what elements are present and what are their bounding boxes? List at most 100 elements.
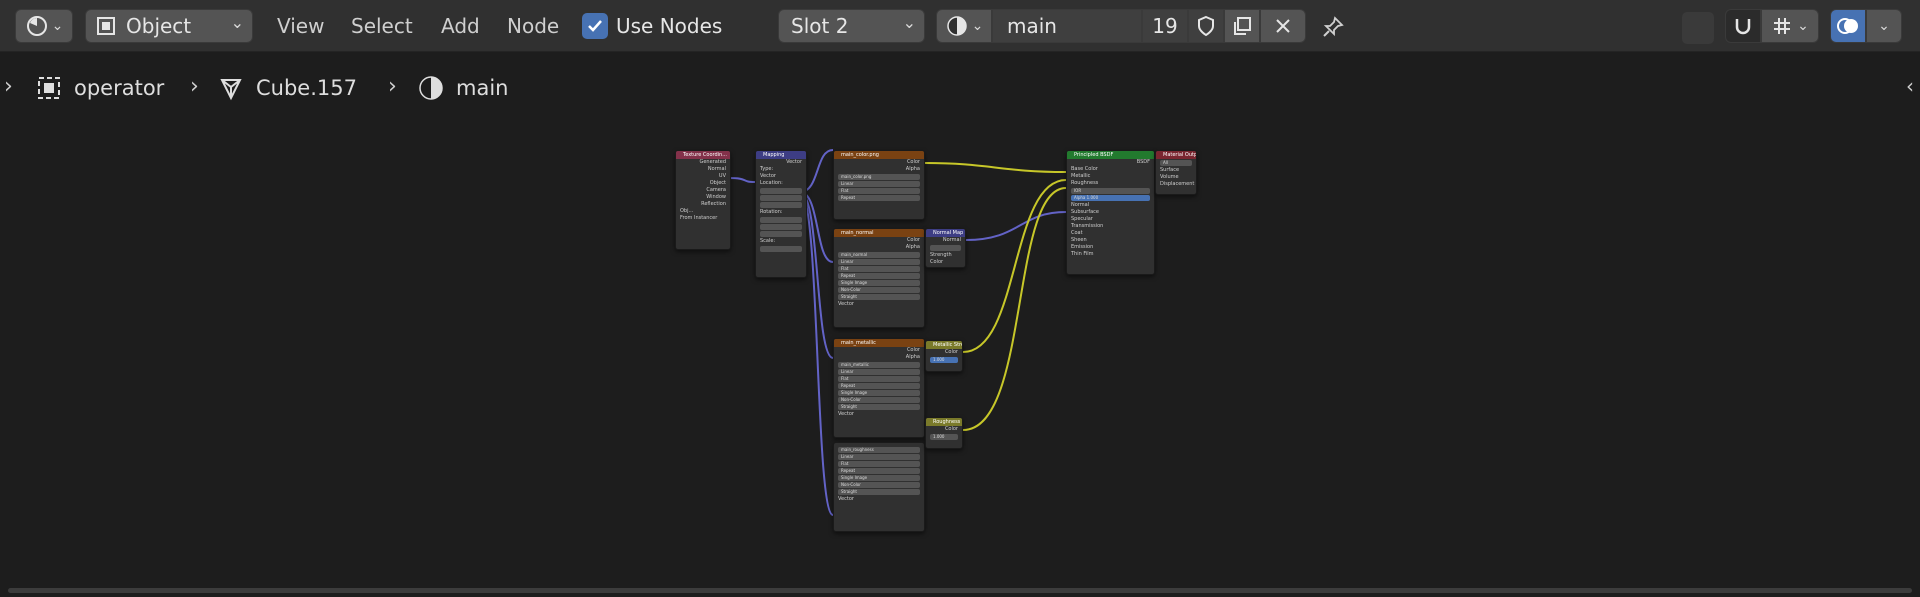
alpha-dropdown[interactable]: Straight	[838, 489, 920, 495]
unlink-material-button[interactable]	[1260, 9, 1306, 43]
rotation-y-field[interactable]	[760, 224, 802, 230]
panel-specular[interactable]: Specular	[1067, 216, 1154, 223]
pin-button[interactable]	[1318, 12, 1348, 42]
panel-transmission[interactable]: Transmission	[1067, 223, 1154, 230]
ior-field[interactable]: IOR	[1071, 188, 1150, 194]
node-header[interactable]: main_color.png	[834, 151, 924, 159]
horizontal-scrollbar[interactable]	[8, 588, 1912, 593]
overlay-toggle[interactable]	[1830, 9, 1866, 43]
interpolation-dropdown[interactable]: Linear	[838, 369, 920, 375]
projection-dropdown[interactable]: Flat	[838, 266, 920, 272]
node-header[interactable]: Roughness Stre...	[926, 418, 962, 426]
space-dropdown[interactable]	[930, 245, 961, 251]
node-header[interactable]: Metallic Strength	[926, 341, 962, 349]
projection-dropdown[interactable]: Flat	[838, 461, 920, 467]
node-image-texture-normal[interactable]: main_normal Color Alpha main_normal Line…	[833, 228, 925, 328]
image-field[interactable]: main_roughness	[838, 447, 920, 453]
node-header[interactable]: Texture Coordin...	[676, 151, 730, 159]
projection-dropdown[interactable]: Flat	[838, 188, 920, 194]
node-image-texture-roughness[interactable]: main_roughness Linear Flat Repeat Single…	[833, 442, 925, 532]
rotation-z-field[interactable]	[760, 231, 802, 237]
node-canvas[interactable]: Texture Coordin... Generated Normal UV O…	[0, 110, 1920, 587]
colorspace-dropdown[interactable]: Non-Color	[838, 397, 920, 403]
use-nodes-toggle[interactable]: Use Nodes	[582, 12, 722, 40]
source-dropdown[interactable]: Single Image	[838, 475, 920, 481]
extension-dropdown[interactable]: Repeat	[838, 383, 920, 389]
material-user-count[interactable]: 19	[1142, 9, 1188, 43]
fake-user-button[interactable]	[1188, 9, 1224, 43]
image-field[interactable]: main_metallic	[838, 362, 920, 368]
node-roughness-strength[interactable]: Roughness Stre... Color 1.000	[925, 417, 963, 449]
duplicate-material-button[interactable]	[1224, 9, 1260, 43]
colorspace-dropdown[interactable]: Non-Color	[838, 482, 920, 488]
sidebar-toggle-icon[interactable]: ‹	[1906, 74, 1914, 98]
node-image-texture-color[interactable]: main_color.png Color Alpha main_color.pn…	[833, 150, 925, 220]
image-field[interactable]: main_color.png	[838, 174, 920, 180]
object-field-label[interactable]: Obj...	[676, 208, 730, 215]
colorspace-dropdown[interactable]: Non-Color	[838, 287, 920, 293]
node-mapping[interactable]: Mapping Vector Type: Vector Location: Ro…	[755, 150, 807, 278]
menu-add[interactable]: Add	[441, 12, 480, 40]
location-x-field[interactable]	[760, 188, 802, 194]
value-field[interactable]: 1.000	[930, 434, 958, 440]
backdrop-button[interactable]	[1682, 12, 1714, 44]
projection-dropdown[interactable]: Flat	[838, 376, 920, 382]
overlay-dropdown[interactable]: ⌄	[1866, 9, 1902, 43]
node-image-texture-metallic[interactable]: main_metallic Color Alpha main_metallic …	[833, 338, 925, 438]
panel-emission[interactable]: Emission	[1067, 244, 1154, 251]
socket-label: Strength	[930, 252, 952, 258]
source-dropdown[interactable]: Single Image	[838, 390, 920, 396]
editor-type-button[interactable]: ⌄	[15, 9, 73, 43]
extension-dropdown[interactable]: Repeat	[838, 273, 920, 279]
from-instancer-checkbox[interactable]: From Instancer	[676, 215, 730, 222]
location-z-field[interactable]	[760, 202, 802, 208]
interpolation-dropdown[interactable]: Linear	[838, 259, 920, 265]
node-metallic-strength[interactable]: Metallic Strength Color 1.000	[925, 340, 963, 372]
node-header[interactable]: Principled BSDF	[1067, 151, 1154, 159]
object-mode-dropdown[interactable]: Object ⌄	[85, 9, 253, 43]
menu-node[interactable]: Node	[507, 12, 559, 40]
mesh-icon	[218, 75, 244, 101]
socket-label: Reflection	[701, 201, 726, 207]
node-header[interactable]: Material Output	[1156, 151, 1196, 159]
node-normal-map[interactable]: Normal Map Normal Strength Color	[925, 228, 966, 268]
location-y-field[interactable]	[760, 195, 802, 201]
slot-dropdown[interactable]: Slot 2 ⌄	[778, 9, 925, 43]
node-material-output[interactable]: Material Output All Surface Volume Displ…	[1155, 150, 1197, 195]
socket-label: Color	[930, 259, 944, 265]
panel-thin-film[interactable]: Thin Film	[1067, 251, 1154, 258]
link-texcoord-mapping	[727, 177, 756, 183]
breadcrumb-object-label: operator	[74, 76, 165, 100]
menu-select[interactable]: Select	[351, 12, 413, 40]
extension-dropdown[interactable]: Repeat	[838, 468, 920, 474]
alpha-field[interactable]: Alpha 1.000	[1071, 195, 1150, 201]
chevron-right-icon: ›	[388, 74, 397, 99]
menu-view[interactable]: View	[277, 12, 324, 40]
scale-x-field[interactable]	[760, 246, 802, 252]
extension-dropdown[interactable]: Repeat	[838, 195, 920, 201]
node-header[interactable]: Normal Map	[926, 229, 965, 237]
snap-toggle[interactable]	[1725, 9, 1761, 43]
node-header[interactable]: main_metallic	[834, 339, 924, 347]
checkbox-icon[interactable]	[582, 13, 608, 39]
panel-sheen[interactable]: Sheen	[1067, 237, 1154, 244]
snap-target-dropdown[interactable]: ⌄	[1761, 9, 1819, 43]
material-browse-button[interactable]: ⌄	[936, 9, 992, 43]
panel-coat[interactable]: Coat	[1067, 230, 1154, 237]
target-dropdown[interactable]: All	[1160, 160, 1192, 166]
chevron-right-icon[interactable]: ›	[4, 74, 13, 99]
node-header[interactable]: main_normal	[834, 229, 924, 237]
source-dropdown[interactable]: Single Image	[838, 280, 920, 286]
rotation-x-field[interactable]	[760, 217, 802, 223]
image-field[interactable]: main_normal	[838, 252, 920, 258]
interpolation-dropdown[interactable]: Linear	[838, 181, 920, 187]
interpolation-dropdown[interactable]: Linear	[838, 454, 920, 460]
material-name-field[interactable]: main	[992, 9, 1142, 43]
panel-subsurface[interactable]: Subsurface	[1067, 209, 1154, 216]
alpha-dropdown[interactable]: Straight	[838, 404, 920, 410]
alpha-dropdown[interactable]: Straight	[838, 294, 920, 300]
node-header[interactable]: Mapping	[756, 151, 806, 159]
value-field[interactable]: 1.000	[930, 357, 958, 363]
node-principled-bsdf[interactable]: Principled BSDF BSDF Base Color Metallic…	[1066, 150, 1155, 275]
node-texture-coordinate[interactable]: Texture Coordin... Generated Normal UV O…	[675, 150, 731, 250]
